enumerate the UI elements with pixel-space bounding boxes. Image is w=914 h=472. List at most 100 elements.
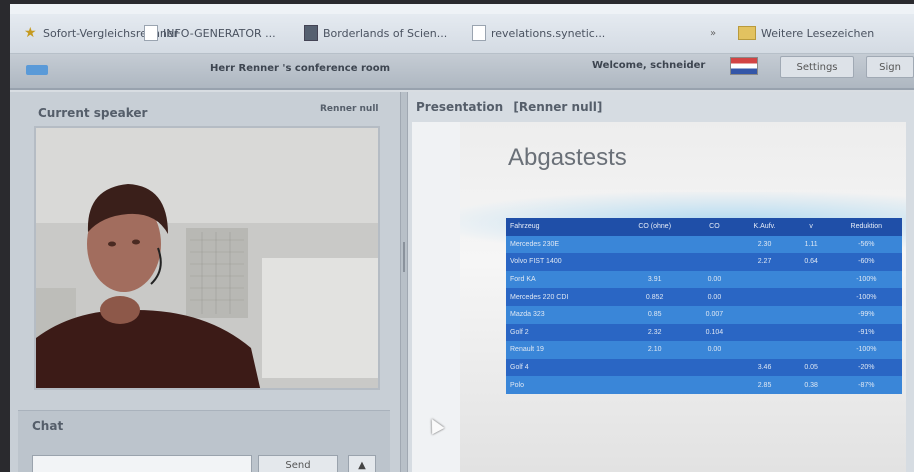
splitter-grip[interactable] bbox=[403, 242, 405, 272]
table-cell bbox=[618, 358, 692, 377]
bookmark-item[interactable]: revelations.synetic... bbox=[472, 22, 605, 44]
table-cell: Mercedes 230E bbox=[506, 235, 618, 254]
chat-title: Chat bbox=[32, 419, 64, 433]
folder-icon bbox=[738, 26, 756, 40]
table-cell: -60% bbox=[830, 253, 902, 271]
table-cell: 0.05 bbox=[791, 358, 831, 377]
table-cell: 0.852 bbox=[618, 288, 692, 306]
table-cell: 0.104 bbox=[691, 323, 738, 342]
welcome-text: Welcome, schneider bbox=[592, 60, 706, 71]
tab-strip bbox=[10, 4, 914, 14]
table-cell: 2.32 bbox=[618, 323, 692, 342]
table-cell: 3.46 bbox=[737, 358, 792, 377]
chat-scroll-up-button[interactable]: ▲ bbox=[348, 455, 376, 472]
table-row: Volvo FIST 1400 2.27 0.64 -60% bbox=[506, 253, 902, 271]
table-cell: -87% bbox=[830, 376, 902, 394]
table-cell: 3.91 bbox=[618, 270, 692, 289]
table-cell: 0.00 bbox=[691, 288, 738, 306]
browser-window: ★ Sofort-Vergleichsrechner INFO-GENERATO… bbox=[10, 4, 914, 472]
table-cell: 0.00 bbox=[691, 341, 738, 359]
bookmark-item[interactable]: INFO-GENERATOR ... bbox=[144, 22, 276, 44]
table-header-cell: CO (ohne) bbox=[618, 218, 692, 236]
table-header-cell: v bbox=[791, 218, 831, 236]
slide-viewport: Abgastests Fahrzeug CO (ohne) CO K.Aufv.… bbox=[412, 122, 906, 472]
table-cell: Renault 19 bbox=[506, 341, 618, 359]
table-row: Mercedes 230E 2.30 1.11 -56% bbox=[506, 235, 902, 254]
table-cell: 0.00 bbox=[691, 270, 738, 289]
table-cell bbox=[691, 235, 738, 254]
table-cell bbox=[691, 376, 738, 394]
table-row: Ford KA 3.91 0.00 -100% bbox=[506, 270, 902, 289]
table-cell: Mercedes 220 CDI bbox=[506, 288, 618, 306]
presenter-name: [Renner null] bbox=[513, 100, 603, 114]
table-cell: -100% bbox=[830, 341, 902, 359]
star-icon: ★ bbox=[24, 25, 37, 41]
page-icon bbox=[472, 25, 486, 41]
table-cell: -100% bbox=[830, 288, 902, 306]
table-row: Mazda 323 0.85 0.007 -99% bbox=[506, 305, 902, 324]
settings-button[interactable]: Settings bbox=[780, 56, 854, 78]
chat-panel: Chat Send ▲ bbox=[18, 410, 390, 472]
table-cell: 0.85 bbox=[618, 305, 692, 324]
table-cell: 1.11 bbox=[791, 235, 831, 254]
presentation-title: Presentation [Renner null] bbox=[416, 100, 602, 114]
table-cell bbox=[618, 253, 692, 271]
table-cell: 2.27 bbox=[737, 253, 792, 271]
table-row: Golf 4 3.46 0.05 -20% bbox=[506, 358, 902, 377]
table-cell bbox=[737, 305, 792, 324]
table-cell: -56% bbox=[830, 235, 902, 254]
bookmarks-bar: ★ Sofort-Vergleichsrechner INFO-GENERATO… bbox=[10, 4, 914, 54]
table-row: Renault 19 2.10 0.00 -100% bbox=[506, 341, 902, 359]
table-cell bbox=[791, 323, 831, 342]
table-cell bbox=[618, 235, 692, 254]
table-cell: Mazda 323 bbox=[506, 305, 618, 324]
logout-button[interactable]: Sign bbox=[866, 56, 914, 78]
slide-title: Abgastests bbox=[508, 144, 627, 171]
table-cell: -99% bbox=[830, 305, 902, 324]
slide: Abgastests Fahrzeug CO (ohne) CO K.Aufv.… bbox=[460, 122, 906, 472]
table-header-cell: CO bbox=[691, 218, 738, 236]
table-header-row: Fahrzeug CO (ohne) CO K.Aufv. v Reduktio… bbox=[506, 218, 902, 236]
table-cell bbox=[691, 358, 738, 377]
table-cell bbox=[737, 323, 792, 342]
bookmark-label: INFO-GENERATOR ... bbox=[163, 26, 276, 40]
table-cell bbox=[737, 288, 792, 306]
table-cell: 2.85 bbox=[737, 376, 792, 394]
table-cell bbox=[691, 253, 738, 271]
table-cell bbox=[791, 270, 831, 289]
table-cell: -91% bbox=[830, 323, 902, 342]
bookmarks-overflow[interactable]: » bbox=[710, 22, 716, 44]
emissions-table: Fahrzeug CO (ohne) CO K.Aufv. v Reduktio… bbox=[506, 218, 902, 394]
table-header-cell: K.Aufv. bbox=[737, 218, 792, 236]
panel-splitter[interactable] bbox=[400, 92, 408, 472]
page-icon bbox=[144, 25, 158, 41]
language-flag-icon[interactable] bbox=[730, 57, 758, 75]
current-speaker-title: Current speaker bbox=[38, 106, 148, 120]
bookmark-label: Borderlands of Scien... bbox=[323, 26, 448, 40]
table-cell: Ford KA bbox=[506, 270, 618, 289]
bookmark-item[interactable]: Borderlands of Scien... bbox=[304, 22, 447, 44]
table-cell bbox=[791, 305, 831, 324]
table-cell bbox=[737, 270, 792, 289]
chat-send-button[interactable]: Send bbox=[258, 455, 338, 472]
table-cell bbox=[791, 288, 831, 306]
table-cell: 2.30 bbox=[737, 235, 792, 254]
table-cell bbox=[791, 341, 831, 359]
speaker-name: Renner null bbox=[320, 104, 379, 114]
presentation-panel: Presentation [Renner null] Abgastests Fa… bbox=[408, 92, 914, 472]
table-cell: 0.64 bbox=[791, 253, 831, 271]
conference-room-title: Herr Renner 's conference room bbox=[210, 63, 391, 74]
table-cell: Polo bbox=[506, 376, 618, 394]
bookmark-label: revelations.synetic... bbox=[491, 26, 606, 40]
app-header: Herr Renner 's conference room Welcome, … bbox=[10, 54, 914, 90]
table-cell: Golf 4 bbox=[506, 358, 618, 377]
chat-message-input[interactable] bbox=[32, 455, 252, 472]
page-icon bbox=[304, 25, 318, 41]
table-row: Polo 2.85 0.38 -87% bbox=[506, 376, 902, 394]
table-header-cell: Reduktion bbox=[830, 218, 902, 236]
other-bookmarks-folder[interactable]: Weitere Lesezeichen bbox=[738, 22, 874, 44]
table-cell bbox=[618, 376, 692, 394]
table-cell: 2.10 bbox=[618, 341, 692, 359]
app-logo-icon bbox=[26, 65, 48, 75]
table-cell bbox=[737, 341, 792, 359]
